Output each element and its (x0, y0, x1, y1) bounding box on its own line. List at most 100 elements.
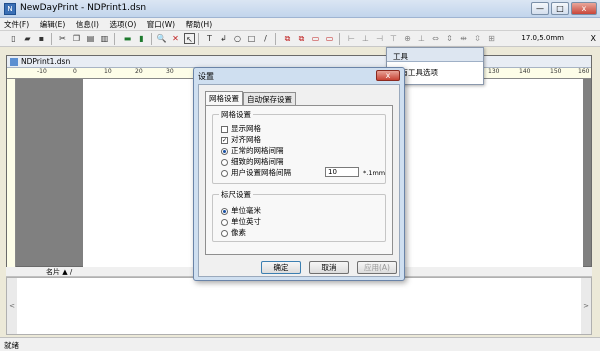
toolbar-x-button[interactable]: X (591, 34, 596, 43)
tab-grid-settings[interactable]: 网格设置 (205, 91, 243, 105)
close-button[interactable]: x (571, 2, 597, 15)
document-icon (10, 58, 18, 66)
grid-group-label: 网格设置 (219, 109, 253, 120)
align-left-icon[interactable]: ⊢ (346, 33, 357, 44)
minimize-button[interactable]: — (531, 2, 549, 15)
align-middle-icon[interactable]: ⊕ (402, 33, 413, 44)
menu-help[interactable]: 帮助(H) (182, 18, 217, 31)
save-icon[interactable]: ▪ (36, 33, 47, 44)
custom-grid-input[interactable]: 10 (325, 167, 359, 177)
print-icon[interactable]: ▥ (99, 33, 110, 44)
paste-icon[interactable]: ▤ (85, 33, 96, 44)
show-grid-checkbox[interactable]: 显示网格 (221, 123, 261, 133)
field-icon[interactable]: ▮ (136, 33, 147, 44)
ruler-tick: 140 (519, 68, 531, 75)
delete-icon[interactable]: ✕ (170, 33, 181, 44)
dialog-body: 网格设置 自动保存设置 网格设置 显示网格 ✓ 对齐网格 正常的网格间隔 细致的网… (198, 84, 400, 277)
dialog-title: 设置 (198, 72, 214, 81)
checkbox-icon (221, 125, 228, 133)
menu-file[interactable]: 文件(F) (0, 18, 33, 31)
snap-grid-checkbox[interactable]: ✓ 对齐网格 (221, 134, 261, 144)
cut-icon[interactable]: ✂ (57, 33, 68, 44)
menu-bar: 文件(F) 编辑(E) 信息(I) 选项(O) 窗口(W) 帮助(H) (0, 18, 600, 31)
cancel-button[interactable]: 取消 (309, 261, 349, 274)
select-pointer-icon[interactable]: ↖ (184, 33, 195, 44)
ruler-tick: 30 (166, 68, 174, 75)
align-center-icon[interactable]: ⊥ (360, 33, 371, 44)
coordinate-readout: 17.0,5.0mm (521, 34, 564, 42)
radio-selected-icon (221, 147, 228, 155)
ok-button[interactable]: 确定 (261, 261, 301, 274)
settings-dialog: 设置 x 网格设置 自动保存设置 网格设置 显示网格 ✓ 对齐网格 正常的网格间隔… (193, 67, 405, 281)
new-file-icon[interactable]: ▯ (8, 33, 19, 44)
radio-selected-icon (221, 207, 228, 215)
center-page-icon[interactable]: ⊞ (486, 33, 497, 44)
toolbar-separator (151, 33, 152, 45)
radio-icon (221, 229, 228, 237)
vertical-ruler (7, 79, 16, 268)
toolbar-separator (339, 33, 340, 45)
scroll-left-icon[interactable]: < (7, 278, 17, 334)
normal-grid-label: 正常的网格间隔 (231, 146, 284, 155)
space-vertical-icon[interactable]: ⇳ (472, 33, 483, 44)
group-icon[interactable]: ⧉ (296, 33, 307, 44)
space-horizontal-icon[interactable]: ⇹ (458, 33, 469, 44)
window-title: NewDayPrint - NDPrint1.dsn (20, 3, 147, 13)
unit-pixel-radio[interactable]: 像素 (221, 227, 246, 237)
menu-edit[interactable]: 编辑(E) (36, 18, 70, 31)
ruler-tick: -10 (37, 68, 47, 75)
menu-info[interactable]: 信息(I) (72, 18, 103, 31)
menu-options[interactable]: 选项(O) (105, 18, 140, 31)
tab-autosave-settings[interactable]: 自动保存设置 (243, 92, 296, 105)
align-right-icon[interactable]: ⊣ (374, 33, 385, 44)
tab-page: 网格设置 显示网格 ✓ 对齐网格 正常的网格间隔 细致的网格间隔 用户设置网格间隔… (205, 105, 393, 255)
ruler-tick: 0 (73, 68, 77, 75)
line-tool-icon[interactable]: ↲ (218, 33, 229, 44)
zoom-icon[interactable]: 🔍 (156, 33, 167, 44)
fine-grid-radio[interactable]: 细致的网格间隔 (221, 156, 284, 166)
ruler-settings-group: 标尺设置 单位毫米 单位英寸 像素 (212, 189, 386, 242)
copy-icon[interactable]: ❐ (71, 33, 82, 44)
barcode-icon[interactable]: ▬ (122, 33, 133, 44)
send-back-icon[interactable]: ▭ (324, 33, 335, 44)
align-top-icon[interactable]: ⊤ (388, 33, 399, 44)
rectangle-tool-icon[interactable]: □ (246, 33, 257, 44)
same-width-icon[interactable]: ⇔ (430, 33, 441, 44)
ruler-tick: 150 (550, 68, 562, 75)
toolbar-separator (275, 33, 276, 45)
fine-grid-label: 细致的网格间隔 (231, 157, 284, 166)
diagonal-line-icon[interactable]: / (260, 33, 271, 44)
bottom-tab[interactable]: 名片 ▲ / (46, 267, 72, 277)
unit-mm-radio[interactable]: 单位毫米 (221, 205, 261, 215)
grid-settings-group: 网格设置 显示网格 ✓ 对齐网格 正常的网格间隔 细致的网格间隔 用户设置网格间隔… (212, 109, 386, 184)
document-title: NDPrint1.dsn (21, 57, 71, 66)
normal-grid-radio[interactable]: 正常的网格间隔 (221, 145, 284, 155)
app-icon: N (4, 3, 16, 15)
same-height-icon[interactable]: ⇕ (444, 33, 455, 44)
maximize-button[interactable]: □ (551, 2, 569, 15)
radio-icon (221, 169, 228, 177)
open-folder-icon[interactable]: ▰ (22, 33, 33, 44)
bottom-panel: < > (6, 277, 592, 335)
ellipse-tool-icon[interactable]: ○ (232, 33, 243, 44)
ruler-tick: 130 (488, 68, 500, 75)
bring-front-icon[interactable]: ▭ (310, 33, 321, 44)
radio-icon (221, 218, 228, 226)
text-tool-icon[interactable]: T (204, 33, 215, 44)
dialog-close-button[interactable]: x (376, 70, 400, 81)
custom-grid-radio[interactable]: 用户设置网格间隔 (221, 167, 291, 177)
toolbar-separator (114, 33, 115, 45)
align-icon[interactable]: ⧉ (282, 33, 293, 44)
scroll-right-icon[interactable]: > (581, 278, 591, 334)
snap-grid-label: 对齐网格 (231, 135, 261, 144)
status-text: 就绪 (4, 341, 19, 350)
ruler-tick: 10 (104, 68, 112, 75)
align-bottom-icon[interactable]: ⊥ (416, 33, 427, 44)
unit-inch-label: 单位英寸 (231, 217, 261, 226)
apply-button[interactable]: 应用(A) (357, 261, 397, 274)
menu-window[interactable]: 窗口(W) (143, 18, 179, 31)
unit-inch-radio[interactable]: 单位英寸 (221, 216, 261, 226)
custom-grid-unit: *.1mm (363, 169, 386, 177)
checkbox-checked-icon: ✓ (221, 136, 228, 144)
toolbar-separator (198, 33, 199, 45)
